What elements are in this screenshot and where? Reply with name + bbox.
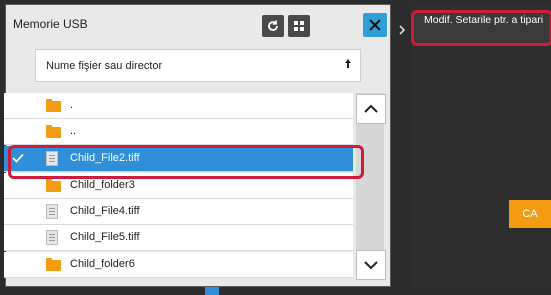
file-name: Child_File2.tiff <box>70 152 140 164</box>
right-panel <box>411 4 551 287</box>
file-name: Child_folder6 <box>70 258 135 270</box>
file-name: Child_folder3 <box>70 179 135 191</box>
file-row[interactable]: Child_File4.tiff <box>4 199 353 225</box>
grid-icon <box>294 21 304 31</box>
file-icon <box>46 204 62 220</box>
folder-icon <box>46 98 62 114</box>
folder-icon <box>46 178 62 194</box>
close-icon <box>369 19 381 31</box>
close-button[interactable] <box>363 13 387 37</box>
file-row[interactable]: Child_folder6 <box>4 252 353 278</box>
ca-label: CA <box>522 208 538 220</box>
file-icon <box>46 230 62 246</box>
sort-field-label: Nume fişier sau director <box>46 59 163 72</box>
chevron-up-icon <box>364 104 378 113</box>
file-row[interactable]: Child_File5.tiff <box>4 225 353 251</box>
refresh-icon <box>268 20 278 31</box>
folder-icon <box>46 124 62 140</box>
file-row-selected[interactable]: Child_File2.tiff <box>4 146 353 172</box>
folder-icon <box>46 257 62 273</box>
file-name: . <box>70 99 74 111</box>
print-settings-button[interactable]: Modif. Setarile ptr. a tipari <box>411 10 551 46</box>
status-indicator <box>205 287 219 295</box>
scroll-up-button[interactable] <box>356 94 386 124</box>
scroll-down-button[interactable] <box>356 250 386 280</box>
checkmark-icon <box>12 152 24 166</box>
file-row-parent[interactable]: .. <box>4 119 353 145</box>
file-name: Child_File5.tiff <box>70 231 140 243</box>
file-name: .. <box>70 125 77 137</box>
file-name: Child_File4.tiff <box>70 205 140 217</box>
file-row-dot[interactable]: . <box>4 93 353 119</box>
file-icon <box>46 151 62 167</box>
arrow-up-icon <box>344 58 352 72</box>
chevron-down-icon <box>364 261 378 270</box>
file-row[interactable]: Child_folder3 <box>4 173 353 199</box>
dialog-title: Memorie USB <box>13 17 88 31</box>
ca-button[interactable]: CA <box>509 200 551 228</box>
refresh-button[interactable] <box>262 15 284 37</box>
sort-field-selector[interactable]: Nume fişier sau director <box>35 49 361 82</box>
grid-view-button[interactable] <box>288 15 310 37</box>
file-list: . .. Child_File2.tiff Child_folder3 Chil… <box>4 93 353 279</box>
chevron-right-icon[interactable] <box>396 14 408 46</box>
